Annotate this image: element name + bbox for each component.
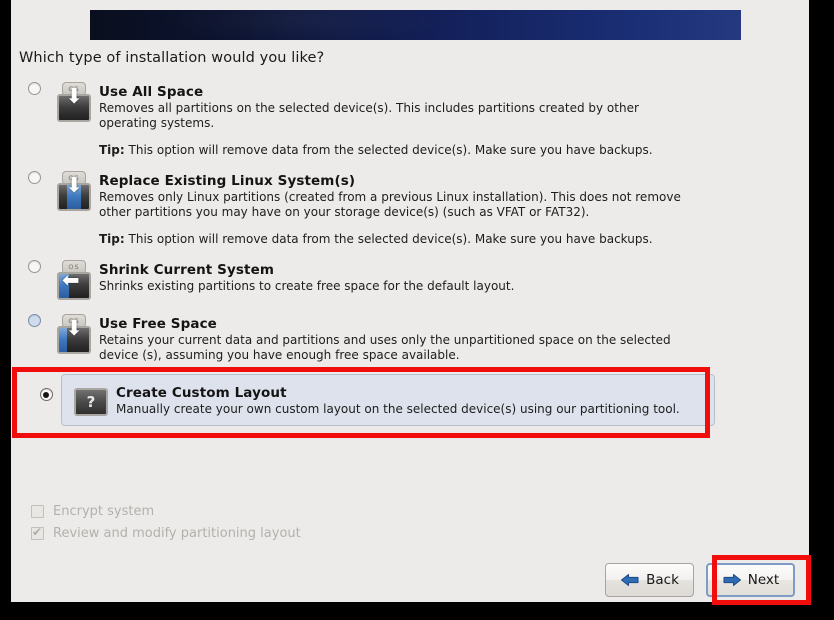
radio-use-free-space[interactable] [27,314,41,327]
arrow-down-icon: ⬇ [65,84,83,108]
back-button-label: Back [646,572,679,588]
icon-cell-shrink-current-system: OS ⬅ [49,260,99,304]
question-mark-icon: ? [71,388,111,418]
option-title-use-all-space: Use All Space [99,84,204,100]
arrow-right-icon [723,574,741,586]
option-row-shrink-current-system[interactable]: OS ⬅ Shrink Current System Shrinks exist… [19,260,719,304]
next-button[interactable]: Next [706,563,795,597]
icon-cell-create-custom-layout: ? [66,381,116,418]
options-checkbox-group: Encrypt system Review and modify partiti… [31,500,301,544]
text-cell-replace-existing-linux: Replace Existing Linux System(s) Removes… [99,171,719,247]
checkbox-row-review-modify-partitioning[interactable]: Review and modify partitioning layout [31,522,301,544]
disk-replace-linux-icon: OS ⬇ [54,171,94,215]
checkbox-encrypt-system[interactable] [31,504,44,518]
back-button[interactable]: Back [605,563,694,597]
icon-cell-replace-existing-linux: OS ⬇ [49,171,99,215]
text-cell-use-all-space: Use All Space Removes all partitions on … [99,82,719,158]
option-description-replace-existing-linux: Removes only Linux partitions (created f… [99,190,681,219]
option-description-use-free-space: Retains your current data and partitions… [99,333,671,362]
banner-sheen [155,0,449,46]
checkbox-row-encrypt-system[interactable]: Encrypt system [31,500,301,522]
icon-cell-use-all-space: OS ⬇ [49,82,99,126]
page-title: Which type of installation would you lik… [19,50,325,66]
question-mark-box: ? [74,388,108,416]
radio-shrink-current-system[interactable] [27,260,41,273]
option-description-shrink-current-system: Shrinks existing partitions to create fr… [99,279,515,293]
option-title-shrink-current-system: Shrink Current System [99,262,274,278]
tip-text: This option will remove data from the se… [128,143,653,157]
radio-cell-use-free-space[interactable] [19,314,49,327]
tip-text: This option will remove data from the se… [128,232,653,246]
installer-window: Which type of installation would you lik… [0,0,834,620]
disk-free-space-icon: OS ⬇ [54,314,94,358]
radio-cell-create-custom-layout[interactable] [31,374,61,401]
selected-option-panel[interactable]: ? Create Custom Layout Manually create y… [61,374,715,426]
radio-cell-replace-existing-linux[interactable] [19,171,49,184]
option-title-use-free-space: Use Free Space [99,316,217,332]
option-row-use-free-space[interactable]: OS ⬇ Use Free Space Retains your current… [19,314,719,362]
option-title-replace-existing-linux: Replace Existing Linux System(s) [99,173,356,189]
checkbox-review-modify-partitioning[interactable] [31,525,44,540]
installer-banner [90,0,741,46]
disk-all-space-icon: OS ⬇ [54,82,94,126]
checkbox-label-encrypt-system: Encrypt system [53,503,155,519]
tip-label: Tip: [99,232,125,246]
option-title-create-custom-layout: Create Custom Layout [116,385,287,401]
icon-cell-use-free-space: OS ⬇ [49,314,99,358]
text-cell-create-custom-layout: Create Custom Layout Manually create you… [116,381,706,417]
disk-shrink-icon: OS ⬅ [54,260,94,304]
option-tip-use-all-space: Tip: This option will remove data from t… [99,143,719,158]
next-button-label: Next [747,572,780,588]
option-description-create-custom-layout: Manually create your own custom layout o… [116,402,680,416]
radio-use-all-space[interactable] [27,82,41,95]
navigation-bar: Back Next [605,563,795,597]
radio-create-custom-layout[interactable] [39,388,53,401]
option-row-create-custom-layout[interactable]: ? Create Custom Layout Manually create y… [31,374,715,426]
radio-replace-existing-linux[interactable] [27,171,41,184]
checkbox-label-review-modify-partitioning: Review and modify partitioning layout [53,525,301,541]
option-row-replace-existing-linux[interactable]: OS ⬇ Replace Existing Linux System(s) Re… [19,171,719,247]
arrow-left-shrink-icon: ⬅ [62,268,80,292]
option-tip-replace-existing-linux: Tip: This option will remove data from t… [99,232,719,247]
radio-cell-use-all-space[interactable] [19,82,49,95]
option-description-use-all-space: Removes all partitions on the selected d… [99,101,639,130]
arrow-left-icon [621,574,639,586]
text-cell-use-free-space: Use Free Space Retains your current data… [99,314,719,362]
text-cell-shrink-current-system: Shrink Current System Shrinks existing p… [99,260,719,294]
installer-content-panel: Which type of installation would you lik… [11,0,809,602]
option-row-use-all-space[interactable]: OS ⬇ Use All Space Removes all partition… [19,82,719,158]
arrow-down-icon: ⬇ [65,173,83,197]
tip-label: Tip: [99,143,125,157]
arrow-down-icon: ⬇ [65,316,83,340]
radio-cell-shrink-current-system[interactable] [19,260,49,273]
